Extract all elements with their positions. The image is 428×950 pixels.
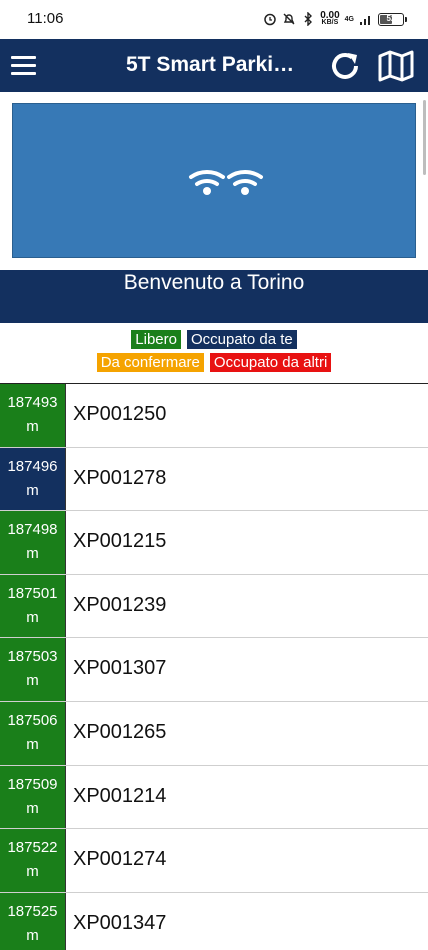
wifi-icon bbox=[189, 169, 263, 195]
list-item[interactable]: 187503 m XP001307 bbox=[0, 638, 428, 702]
distance-unit: m bbox=[26, 799, 39, 817]
alarm-icon bbox=[264, 13, 276, 26]
legend-to-confirm: Da confermare bbox=[96, 353, 204, 372]
distance-badge: 187509 m bbox=[0, 765, 66, 829]
distance-unit: m bbox=[26, 863, 39, 881]
refresh-icon[interactable] bbox=[328, 49, 364, 83]
status-icons: 0.00 KB/S 4G 52 bbox=[263, 9, 407, 29]
parking-code: XP001214 bbox=[73, 784, 167, 807]
distance-badge: 187498 m bbox=[0, 511, 66, 574]
list-item[interactable]: 187525 m XP001347 bbox=[0, 892, 428, 950]
app-title: 5T Smart Parki… bbox=[126, 53, 295, 76]
distance-unit: m bbox=[26, 926, 39, 944]
list-item[interactable]: 187509 m XP001214 bbox=[0, 765, 428, 830]
distance-value: 187509 bbox=[7, 775, 58, 793]
distance-badge: 187503 m bbox=[0, 638, 66, 701]
signal-icon bbox=[360, 16, 370, 25]
distance-unit: m bbox=[26, 672, 39, 690]
legend-free: Libero bbox=[131, 330, 181, 349]
distance-unit: m bbox=[26, 735, 39, 753]
distance-value: 187498 bbox=[7, 521, 58, 539]
list-item[interactable]: 187498 m XP001215 bbox=[0, 511, 428, 575]
distance-unit: m bbox=[26, 418, 39, 435]
banner-image bbox=[12, 103, 416, 258]
status-legend: Libero Occupato da te Da confermare Occupa… bbox=[0, 330, 428, 376]
list-item[interactable]: 187506 m XP001265 bbox=[0, 701, 428, 766]
parking-code: XP001278 bbox=[73, 466, 167, 489]
parking-code: XP001239 bbox=[73, 593, 167, 616]
map-icon[interactable] bbox=[378, 49, 414, 83]
parking-code: XP001250 bbox=[73, 403, 167, 425]
list-item[interactable]: 187493 m XP001250 bbox=[0, 384, 428, 448]
legend-occupied-by-you: Occupato da te bbox=[186, 330, 297, 349]
parking-code: XP001307 bbox=[73, 657, 167, 680]
network-type: 4G bbox=[344, 15, 354, 23]
distance-value: 187501 bbox=[7, 584, 58, 602]
list-item[interactable]: 187522 m XP001274 bbox=[0, 829, 428, 893]
list-item[interactable]: 187496 m XP001278 bbox=[0, 447, 428, 512]
status-time: 11:06 bbox=[27, 10, 64, 27]
distance-value: 187522 bbox=[7, 839, 58, 857]
distance-badge: 187496 m bbox=[0, 447, 66, 511]
parking-code: XP001265 bbox=[73, 720, 167, 743]
distance-value: 187525 bbox=[7, 902, 58, 920]
distance-unit: m bbox=[26, 608, 39, 626]
distance-badge: 187506 m bbox=[0, 701, 66, 765]
battery-icon: 52 bbox=[378, 12, 407, 26]
mute-bell-icon bbox=[283, 13, 295, 25]
parking-code: XP001347 bbox=[73, 911, 167, 934]
distance-value: 187496 bbox=[7, 457, 58, 475]
distance-value: 187493 bbox=[7, 394, 58, 411]
distance-badge: 187522 m bbox=[0, 829, 66, 892]
distance-badge: 187501 m bbox=[0, 574, 66, 638]
distance-unit: m bbox=[26, 545, 39, 563]
net-speed: 0.00 KB/S bbox=[320, 10, 340, 27]
app-bar: 5T Smart Parki… bbox=[0, 39, 428, 92]
distance-value: 187503 bbox=[7, 648, 58, 666]
legend-occupied-by-others: Occupato da altri bbox=[209, 353, 332, 372]
distance-badge: 187525 m bbox=[0, 892, 66, 950]
distance-unit: m bbox=[26, 481, 39, 499]
welcome-banner: Benvenuto a Torino bbox=[0, 270, 428, 323]
parking-list: 187493 m XP001250 187496 m XP001278 187498 m XP0… bbox=[0, 383, 428, 950]
status-bar: 11:06 0.00 KB/S 4G 52 bbox=[0, 0, 428, 39]
distance-value: 187506 bbox=[7, 711, 58, 729]
scrollbar[interactable] bbox=[423, 100, 426, 175]
list-item[interactable]: 187501 m XP001239 bbox=[0, 574, 428, 639]
bluetooth-icon bbox=[304, 12, 313, 26]
distance-badge: 187493 m bbox=[0, 384, 66, 447]
hamburger-menu-icon[interactable] bbox=[11, 53, 37, 75]
battery-level: 52 bbox=[386, 13, 396, 23]
parking-code: XP001274 bbox=[73, 848, 167, 871]
parking-code: XP001215 bbox=[73, 530, 167, 553]
